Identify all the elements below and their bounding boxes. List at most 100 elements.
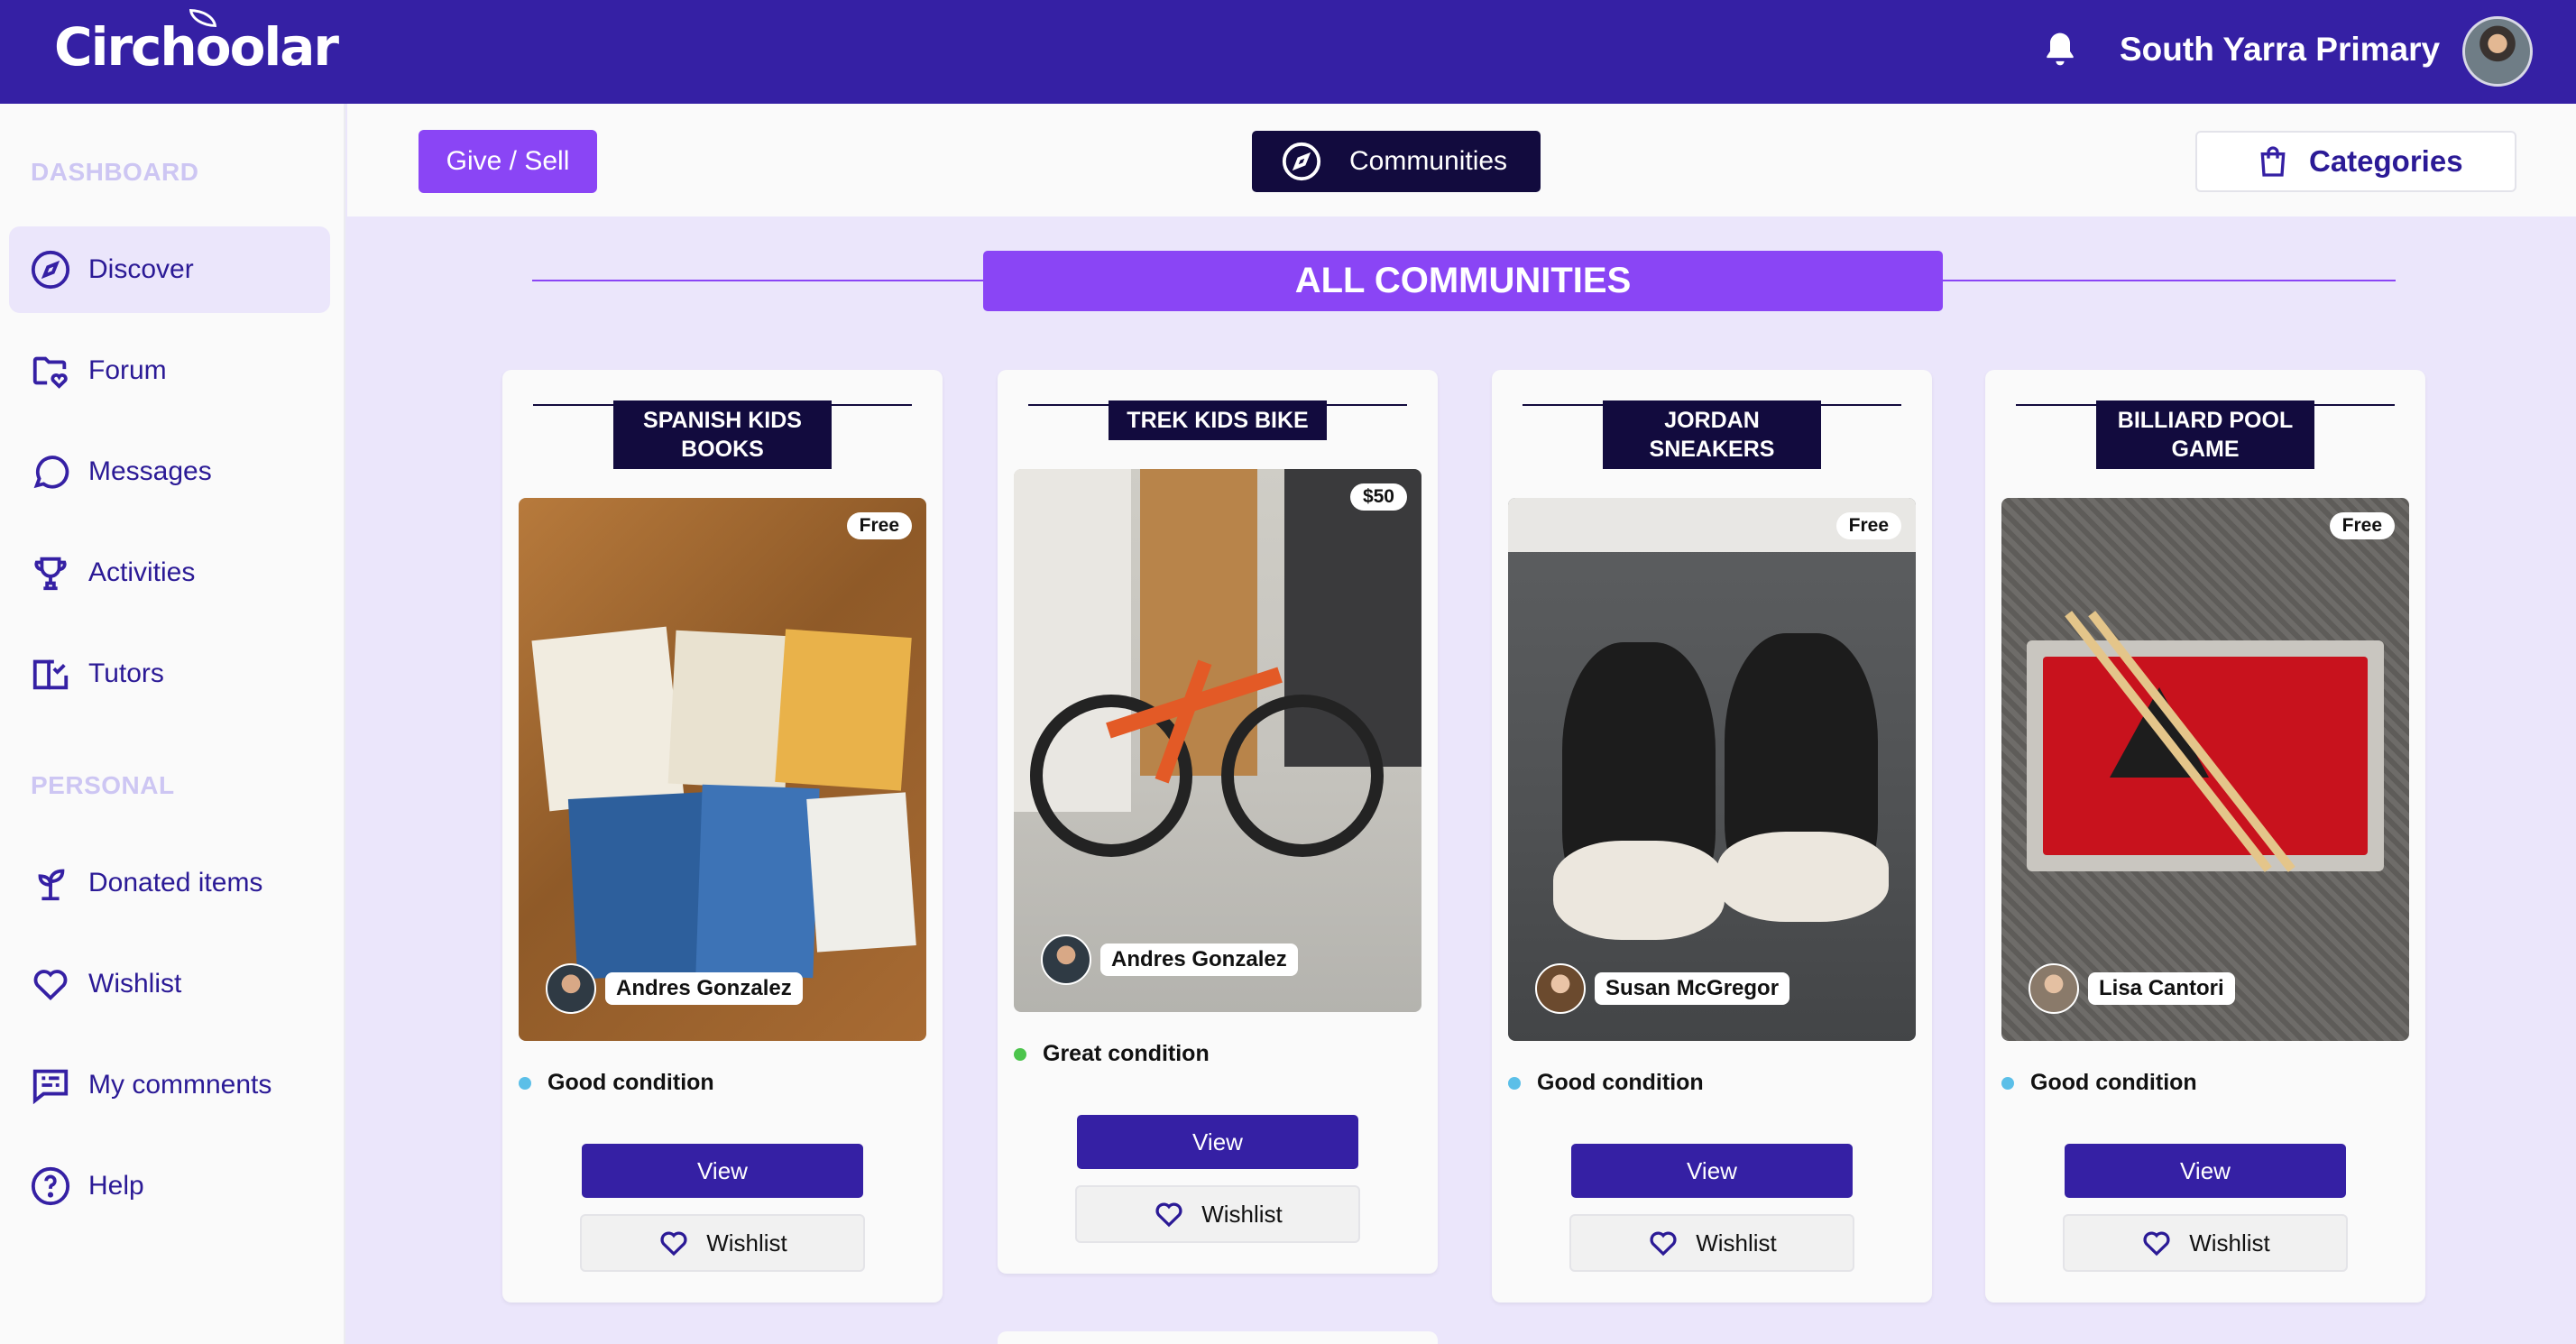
wishlist-button[interactable]: Wishlist <box>580 1214 865 1272</box>
folder-heart-icon <box>29 349 72 392</box>
owner-chip[interactable]: Lisa Cantori <box>2029 963 2235 1014</box>
section-divider-right <box>1943 280 2396 281</box>
condition-text: Great condition <box>1043 1041 1210 1066</box>
sidebar-item-forum[interactable]: Forum <box>9 327 330 414</box>
wishlist-button[interactable]: Wishlist <box>1075 1185 1360 1243</box>
help-circle-icon <box>29 1164 72 1208</box>
sidebar-item-label: Wishlist <box>88 969 182 999</box>
owner-avatar <box>1041 934 1091 985</box>
card-title: TREK KIDS BIKE <box>1109 400 1327 440</box>
app-logo[interactable]: Circhoolar <box>54 9 339 78</box>
condition-dot <box>1014 1047 1026 1061</box>
wishlist-label: Wishlist <box>706 1229 787 1257</box>
heart-icon <box>2143 1231 2170 1257</box>
sidebar-item-label: Activities <box>88 557 196 587</box>
condition-label: Great condition <box>1014 1041 1210 1067</box>
item-card[interactable]: JORDAN SNEAKERS Free Susan McGregor Good… <box>1492 370 1932 1303</box>
comment-lines-icon <box>29 1063 72 1107</box>
sidebar-item-discover[interactable]: Discover <box>9 226 330 313</box>
condition-label: Good condition <box>1508 1070 1704 1096</box>
wishlist-label: Wishlist <box>1201 1200 1283 1228</box>
give-sell-button[interactable]: Give / Sell <box>419 130 597 193</box>
next-card-peek <box>998 1331 1438 1344</box>
top-bar: Circhoolar South Yarra Primary <box>0 0 2576 104</box>
item-card[interactable]: TREK KIDS BIKE $50 Andres Gonzalez Great… <box>998 370 1438 1274</box>
item-photo[interactable]: Free Susan McGregor <box>1508 498 1916 1041</box>
sidebar-item-donated-items[interactable]: Donated items <box>9 840 330 926</box>
compass-icon <box>29 248 72 291</box>
owner-chip[interactable]: Susan McGregor <box>1535 963 1790 1014</box>
condition-dot <box>1508 1076 1521 1090</box>
condition-text: Good condition <box>2030 1070 2197 1095</box>
item-card[interactable]: SPANISH KIDS BOOKS Free Andres Gonzalez … <box>502 370 943 1303</box>
sidebar-item-tutors[interactable]: Tutors <box>9 631 330 717</box>
view-button[interactable]: View <box>1077 1115 1358 1169</box>
user-avatar[interactable] <box>2462 16 2533 87</box>
sidebar-item-activities[interactable]: Activities <box>9 529 330 616</box>
sidebar-item-label: Help <box>88 1171 144 1201</box>
card-title: SPANISH KIDS BOOKS <box>613 400 832 469</box>
heart-icon <box>29 962 72 1006</box>
shopping-bag-icon <box>2260 146 2286 177</box>
sidebar-item-my-comments[interactable]: My commnents <box>9 1042 330 1128</box>
owner-name: Andres Gonzalez <box>1100 944 1298 976</box>
owner-name: Susan McGregor <box>1595 972 1790 1005</box>
condition-dot <box>2001 1076 2014 1090</box>
condition-text: Good condition <box>547 1070 714 1095</box>
sidebar-item-label: Discover <box>88 254 194 284</box>
condition-label: Good condition <box>2001 1070 2197 1096</box>
wishlist-button[interactable]: Wishlist <box>2063 1214 2348 1272</box>
condition-dot <box>519 1076 531 1090</box>
item-photo[interactable]: $50 Andres Gonzalez <box>1014 469 1421 1012</box>
card-title: BILLIARD POOL GAME <box>2096 400 2314 469</box>
sidebar-item-wishlist[interactable]: Wishlist <box>9 941 330 1027</box>
card-title: JORDAN SNEAKERS <box>1603 400 1821 469</box>
sidebar-section-personal: PERSONAL <box>31 771 175 799</box>
wishlist-label: Wishlist <box>1696 1229 1777 1257</box>
sprout-icon <box>29 861 72 905</box>
owner-name: Lisa Cantori <box>2088 972 2235 1005</box>
section-divider-left <box>532 280 983 281</box>
owner-chip[interactable]: Andres Gonzalez <box>546 963 803 1014</box>
item-photo[interactable]: Free Lisa Cantori <box>2001 498 2409 1041</box>
sidebar-item-messages[interactable]: Messages <box>9 428 330 515</box>
communities-label: Communities <box>1349 146 1508 176</box>
price-badge: Free <box>1835 512 1901 539</box>
price-badge: $50 <box>1349 483 1407 511</box>
view-button[interactable]: View <box>582 1144 863 1198</box>
owner-avatar <box>546 963 596 1014</box>
owner-name: Andres Gonzalez <box>605 972 803 1005</box>
condition-label: Good condition <box>519 1070 714 1096</box>
book-check-icon <box>29 652 72 695</box>
categories-button[interactable]: Categories <box>2195 131 2516 192</box>
sidebar-item-label: Messages <box>88 456 212 486</box>
sidebar-item-label: Donated items <box>88 868 263 898</box>
sidebar-item-label: Forum <box>88 355 167 385</box>
owner-avatar <box>2029 963 2079 1014</box>
communities-button[interactable]: Communities <box>1252 131 1541 192</box>
price-badge: Free <box>846 512 912 539</box>
item-card[interactable]: BILLIARD POOL GAME Free Lisa Cantori Goo… <box>1985 370 2425 1303</box>
view-button[interactable]: View <box>1571 1144 1853 1198</box>
sidebar-item-label: My commnents <box>88 1070 272 1100</box>
chat-bubble-icon <box>29 450 72 493</box>
owner-avatar <box>1535 963 1586 1014</box>
compass-icon <box>1282 142 1321 181</box>
school-name[interactable]: South Yarra Primary <box>2120 31 2440 69</box>
view-button[interactable]: View <box>2065 1144 2346 1198</box>
wishlist-button[interactable]: Wishlist <box>1569 1214 1854 1272</box>
heart-icon <box>660 1231 687 1257</box>
wishlist-label: Wishlist <box>2189 1229 2270 1257</box>
owner-chip[interactable]: Andres Gonzalez <box>1041 934 1298 985</box>
condition-text: Good condition <box>1537 1070 1704 1095</box>
section-title: ALL COMMUNITIES <box>983 251 1943 311</box>
sidebar-item-help[interactable]: Help <box>9 1143 330 1229</box>
bell-icon[interactable] <box>2040 27 2080 72</box>
categories-label: Categories <box>2309 144 2463 178</box>
price-badge: Free <box>2329 512 2395 539</box>
sidebar-section-dashboard: DASHBOARD <box>31 158 199 186</box>
heart-icon <box>1650 1231 1677 1257</box>
sidebar-item-label: Tutors <box>88 658 164 688</box>
trophy-icon <box>29 551 72 594</box>
item-photo[interactable]: Free Andres Gonzalez <box>519 498 926 1041</box>
